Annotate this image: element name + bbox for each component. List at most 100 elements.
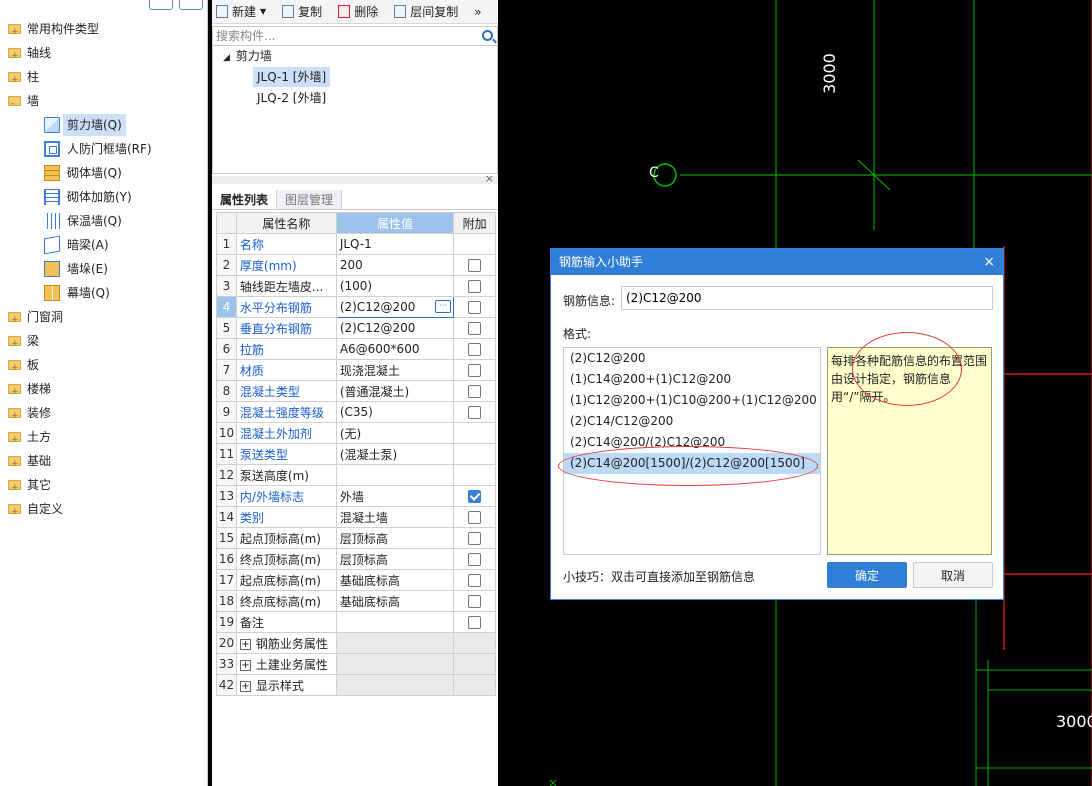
format-item[interactable]: (2)C14/C12@200 — [564, 411, 820, 432]
tree-item[interactable]: 保温墙(Q) — [44, 210, 122, 232]
checkbox[interactable] — [468, 301, 482, 314]
property-value[interactable]: 200 — [335, 254, 455, 276]
property-row[interactable]: 19 备注 — [216, 611, 496, 633]
checkbox[interactable] — [468, 595, 482, 608]
ellipsis-button[interactable]: ··· — [435, 300, 452, 313]
close-icon[interactable]: × — [485, 172, 494, 185]
expand-icon[interactable]: + — [239, 638, 251, 650]
property-row[interactable]: 17 起点底标高(m) 基础底标高 — [216, 569, 496, 591]
tree-item[interactable]: 常用构件类型 — [8, 18, 99, 43]
property-row[interactable]: 10 混凝土外加剂 (无) — [216, 422, 496, 444]
ok-button[interactable]: 确定 — [827, 562, 907, 588]
tree-item[interactable]: 柱 — [8, 66, 39, 91]
tree-item[interactable]: 装修 — [8, 402, 51, 427]
format-item[interactable]: (2)C14@200/(2)C12@200 — [564, 432, 820, 453]
tab-property-list[interactable]: 属性列表 — [212, 190, 278, 209]
checkbox[interactable] — [468, 259, 482, 272]
property-row[interactable]: 5 垂直分布钢筋 (2)C12@200 — [216, 317, 496, 339]
tree-group-shear-wall[interactable]: ◢ 剪力墙 — [223, 46, 272, 66]
property-value[interactable] — [335, 464, 455, 486]
tree-item[interactable]: 人防门框墙(RF) — [44, 138, 152, 160]
property-value[interactable]: (混凝土泵) — [335, 443, 455, 465]
property-value[interactable]: A6@600*600 — [335, 338, 455, 360]
folder-icon[interactable] — [8, 381, 21, 403]
property-name[interactable]: + 显示样式 — [235, 674, 337, 696]
folder-icon[interactable] — [8, 429, 21, 451]
property-row[interactable]: 14 类别 混凝土墙 — [216, 506, 496, 528]
rebar-info-input[interactable] — [621, 286, 993, 310]
folder-icon[interactable] — [8, 405, 21, 427]
checkbox[interactable] — [468, 574, 482, 587]
detail-view-icon[interactable] — [179, 0, 203, 10]
property-row[interactable]: 33 + 土建业务属性 — [216, 653, 496, 675]
property-value[interactable]: (普通混凝土) — [335, 380, 455, 402]
tree-item[interactable]: 墙 — [8, 90, 39, 115]
copy-button[interactable]: 复制 — [282, 3, 322, 20]
tree-item[interactable]: 板 — [8, 354, 39, 379]
checkbox[interactable] — [468, 553, 482, 566]
property-value[interactable]: 外墙 — [335, 485, 455, 507]
toolbar-more-button[interactable]: » — [474, 5, 481, 19]
checkbox[interactable] — [468, 406, 482, 419]
layer-copy-button[interactable]: 层间复制 — [394, 3, 458, 20]
property-row[interactable]: 6 拉筋 A6@600*600 — [216, 338, 496, 360]
property-row[interactable]: 18 终点底标高(m) 基础底标高 — [216, 590, 496, 612]
expand-icon[interactable]: + — [239, 659, 251, 671]
dialog-title-bar[interactable]: 钢筋输入小助手 × — [551, 249, 1003, 275]
cancel-button[interactable]: 取消 — [913, 562, 993, 588]
checkbox[interactable] — [468, 511, 482, 524]
property-value[interactable]: (100) — [335, 275, 455, 297]
property-row[interactable]: 12 泵送高度(m) — [216, 464, 496, 486]
property-row[interactable]: 2 厚度(mm) 200 — [216, 254, 496, 276]
property-row[interactable]: 9 混凝土强度等级 (C35) — [216, 401, 496, 423]
checkbox[interactable] — [468, 343, 482, 356]
property-row[interactable]: 42 + 显示样式 — [216, 674, 496, 696]
property-row[interactable]: 16 终点顶标高(m) 层顶标高 — [216, 548, 496, 570]
property-value[interactable]: JLQ-1 — [335, 233, 455, 255]
property-value[interactable]: (2)C12@200 ··· — [335, 296, 455, 318]
folder-icon[interactable] — [8, 357, 21, 379]
property-row[interactable]: 7 材质 现浇混凝土 — [216, 359, 496, 381]
folder-icon[interactable] — [8, 333, 21, 355]
list-view-icon[interactable] — [149, 0, 173, 10]
format-item[interactable]: (2)C12@200 — [564, 348, 820, 369]
property-name[interactable]: + 土建业务属性 — [235, 653, 337, 675]
tree-item[interactable]: 门窗洞 — [8, 306, 63, 331]
property-row[interactable]: 11 泵送类型 (混凝土泵) — [216, 443, 496, 465]
format-item[interactable]: (1)C12@200+(1)C10@200+(1)C12@200 — [564, 390, 820, 411]
folder-icon[interactable] — [8, 501, 21, 523]
folder-icon[interactable] — [8, 69, 21, 91]
close-icon[interactable]: × — [983, 249, 995, 275]
tree-item[interactable]: 梁 — [8, 330, 39, 355]
property-row[interactable]: 1 名称 JLQ-1 — [216, 233, 496, 255]
panel-splitter[interactable]: × — [212, 172, 498, 185]
checkbox[interactable] — [468, 280, 482, 293]
property-row[interactable]: 15 起点顶标高(m) 层顶标高 — [216, 527, 496, 549]
property-value[interactable]: 基础底标高 — [335, 590, 455, 612]
property-row[interactable]: 4 水平分布钢筋 (2)C12@200 ··· — [216, 296, 496, 318]
tree-item[interactable]: 基础 — [8, 450, 51, 475]
property-value[interactable]: 基础底标高 — [335, 569, 455, 591]
folder-icon[interactable] — [8, 453, 21, 475]
tree-item[interactable]: 暗梁(A) — [44, 234, 109, 256]
search-icon[interactable] — [482, 30, 493, 41]
tree-item[interactable]: 砌体加筋(Y) — [44, 186, 132, 208]
property-value[interactable]: (无) — [335, 422, 455, 444]
checkbox[interactable] — [468, 322, 482, 335]
delete-button[interactable]: 删除 — [338, 3, 378, 20]
checkbox[interactable] — [468, 364, 482, 377]
format-item[interactable]: (1)C14@200+(1)C12@200 — [564, 369, 820, 390]
property-value[interactable]: 现浇混凝土 — [335, 359, 455, 381]
component-item-jlq2[interactable]: JLQ-2 [外墙] — [257, 88, 326, 108]
tree-item[interactable]: 自定义 — [8, 498, 63, 523]
property-value[interactable]: 层顶标高 — [335, 527, 455, 549]
format-item[interactable]: (2)C14@200[1500]/(2)C12@200[1500] — [564, 453, 820, 474]
format-list[interactable]: (2)C12@200 (1)C14@200+(1)C12@200 (1)C12@20… — [563, 347, 821, 555]
folder-icon[interactable] — [8, 477, 21, 499]
checkbox[interactable] — [468, 616, 482, 629]
property-value[interactable]: 混凝土墙 — [335, 506, 455, 528]
property-value[interactable] — [335, 611, 455, 633]
checkbox[interactable] — [468, 385, 482, 398]
checkbox[interactable] — [468, 532, 482, 545]
tree-item[interactable]: 砌体墙(Q) — [44, 162, 122, 184]
